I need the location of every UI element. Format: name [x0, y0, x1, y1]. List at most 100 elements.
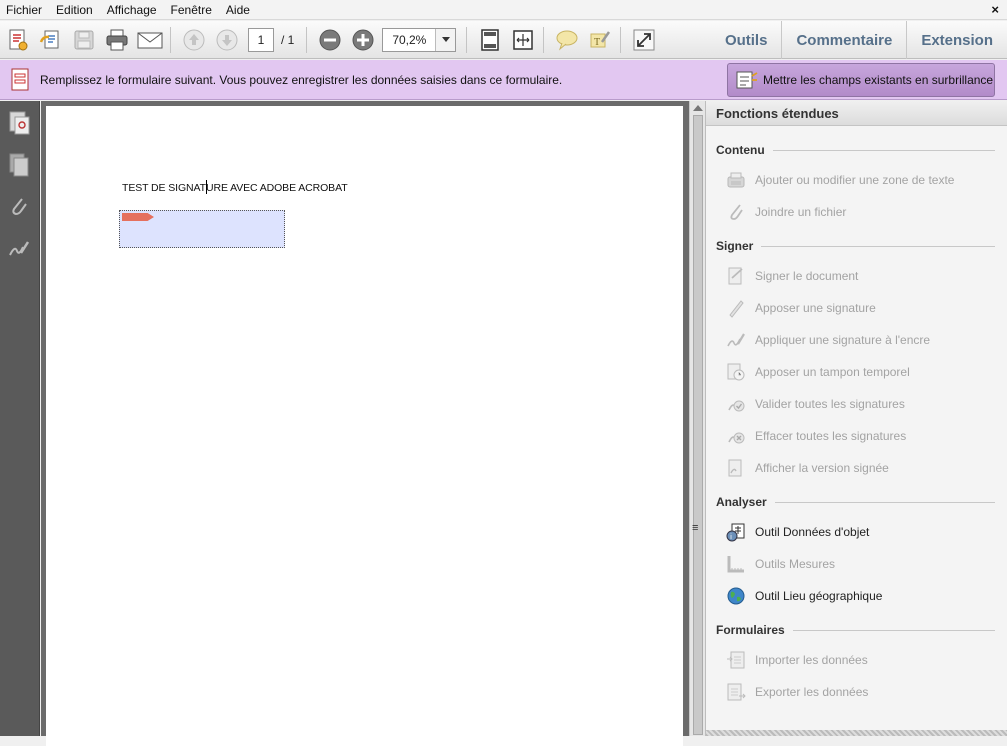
highlight-fields-label: Mettre les champs existants en surbrilla… — [763, 73, 994, 87]
tools-panel: Fonctions étendues Contenu Ajouter ou mo… — [705, 101, 1007, 736]
comment-button[interactable] — [552, 25, 582, 55]
item-label: Signer le document — [755, 269, 859, 283]
section-divider — [772, 149, 995, 151]
toolbar-separator — [543, 26, 545, 53]
zoom-value: 70,2% — [392, 32, 427, 47]
item-label: Outil Lieu géographique — [755, 589, 883, 603]
signature-field[interactable] — [119, 210, 285, 248]
menu-edition[interactable]: Edition — [49, 0, 100, 20]
scroll-thumb[interactable] — [693, 115, 703, 735]
item-label: Ajouter ou modifier une zone de texte — [755, 173, 955, 187]
fit-width-button[interactable] — [508, 25, 538, 55]
document-area: TEST DE SIGNATURE AVEC ADOBE ACROBAT — [41, 101, 690, 746]
previous-page-button[interactable] — [179, 25, 209, 55]
expand-icon — [633, 29, 655, 50]
import-data-icon — [726, 650, 746, 670]
zoom-in-button[interactable] — [348, 25, 378, 55]
speech-bubble-icon — [556, 30, 578, 51]
item-timestamp[interactable]: Apposer un tampon temporel — [706, 356, 1007, 388]
minus-circle-icon — [319, 29, 341, 50]
pen-icon — [726, 298, 746, 318]
pages-icon[interactable] — [5, 151, 33, 179]
page-number-input[interactable]: 1 — [248, 27, 274, 52]
highlight-fields-icon — [736, 71, 758, 89]
toolbar-separator — [620, 26, 622, 53]
section-divider — [774, 501, 995, 503]
extension-link[interactable]: Extension — [906, 21, 1007, 59]
export-data-icon — [726, 682, 746, 702]
open-button[interactable] — [36, 25, 66, 55]
section-title: Contenu — [716, 143, 773, 157]
panel-resize-grip[interactable] — [706, 730, 1007, 736]
create-pdf-icon — [9, 29, 28, 50]
create-pdf-button[interactable] — [3, 25, 33, 55]
comment-link[interactable]: Commentaire — [781, 21, 906, 59]
left-navigation-pane — [0, 101, 40, 736]
chevron-down-icon[interactable] — [435, 28, 456, 51]
main-toolbar: 1 / 1 70,2% T Outils Commentaire Extensi… — [0, 21, 1007, 59]
menu-bar: Fichier Edition Affichage Fenêtre Aide × — [0, 0, 1007, 20]
zoom-out-button[interactable] — [315, 25, 345, 55]
section-signer[interactable]: Signer — [706, 234, 1007, 258]
fit-page-icon — [481, 28, 500, 51]
toolbar-separator — [306, 26, 308, 53]
menu-affichage[interactable]: Affichage — [100, 0, 164, 20]
panel-header[interactable]: Fonctions étendues — [706, 101, 1007, 126]
item-measure-tools[interactable]: Outils Mesures — [706, 548, 1007, 580]
signature-field-tag — [122, 213, 154, 221]
pane-splitter[interactable]: ≡ — [692, 522, 698, 534]
validate-signatures-icon — [726, 394, 746, 414]
scroll-up-icon[interactable] — [693, 105, 703, 111]
paperclip-icon[interactable] — [5, 193, 33, 221]
email-button[interactable] — [135, 25, 165, 55]
item-geo-location[interactable]: Outil Lieu géographique — [706, 580, 1007, 612]
fit-page-button[interactable] — [475, 25, 505, 55]
highlight-text-button[interactable]: T — [585, 25, 615, 55]
ink-signature-icon — [726, 330, 746, 350]
item-import-data[interactable]: Importer les données — [706, 644, 1007, 676]
save-icon — [74, 30, 94, 49]
print-button[interactable] — [102, 25, 132, 55]
object-data-icon: i — [726, 522, 746, 542]
item-validate-signatures[interactable]: Valider toutes les signatures — [706, 388, 1007, 420]
item-object-data[interactable]: i Outil Données d'objet — [706, 516, 1007, 548]
highlighter-icon: T — [590, 30, 611, 48]
section-title: Formulaires — [716, 623, 793, 637]
item-ink-signature[interactable]: Appliquer une signature à l'encre — [706, 324, 1007, 356]
item-signed-version[interactable]: Afficher la version signée — [706, 452, 1007, 484]
item-clear-signatures[interactable]: Effacer toutes les signatures — [706, 420, 1007, 452]
item-label: Outil Données d'objet — [755, 525, 870, 539]
section-contenu[interactable]: Contenu — [706, 138, 1007, 162]
item-label: Effacer toutes les signatures — [755, 429, 907, 443]
menu-aide[interactable]: Aide — [219, 0, 257, 20]
item-sign-document[interactable]: Signer le document — [706, 260, 1007, 292]
highlight-fields-button[interactable]: Mettre les champs existants en surbrilla… — [727, 63, 995, 97]
section-analyser[interactable]: Analyser — [706, 490, 1007, 514]
save-button[interactable] — [69, 25, 99, 55]
section-formulaires[interactable]: Formulaires — [706, 618, 1007, 642]
vertical-scrollbar[interactable] — [689, 101, 705, 736]
tools-link[interactable]: Outils — [711, 21, 782, 59]
menu-fenetre[interactable]: Fenêtre — [164, 0, 219, 20]
toolbar-separator — [170, 26, 171, 53]
item-label: Joindre un fichier — [755, 205, 847, 219]
next-page-button[interactable] — [212, 25, 242, 55]
form-message: Remplissez le formulaire suivant. Vous p… — [40, 72, 563, 87]
document-title: TEST DE SIGNATURE AVEC ADOBE ACROBAT — [122, 182, 348, 194]
item-label: Appliquer une signature à l'encre — [755, 333, 931, 347]
item-apply-signature[interactable]: Apposer une signature — [706, 292, 1007, 324]
item-attach-file[interactable]: Joindre un fichier — [706, 196, 1007, 228]
pdf-page: TEST DE SIGNATURE AVEC ADOBE ACROBAT — [46, 106, 683, 746]
item-label: Apposer un tampon temporel — [755, 365, 910, 379]
section-divider — [792, 629, 995, 631]
item-add-text-box[interactable]: Ajouter ou modifier une zone de texte — [706, 164, 1007, 196]
arrow-up-circle-icon — [183, 29, 205, 50]
item-export-data[interactable]: Exporter les données — [706, 676, 1007, 708]
zoom-select[interactable]: 70,2% — [382, 27, 457, 52]
expand-button[interactable] — [629, 25, 659, 55]
page-thumbnails-icon[interactable] — [5, 109, 33, 137]
globe-icon — [726, 586, 746, 606]
close-icon[interactable]: × — [991, 2, 999, 17]
menu-fichier[interactable]: Fichier — [0, 0, 49, 20]
signature-panel-icon[interactable] — [5, 235, 33, 263]
